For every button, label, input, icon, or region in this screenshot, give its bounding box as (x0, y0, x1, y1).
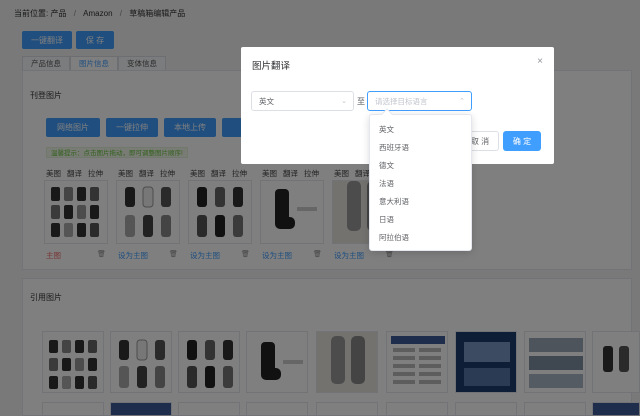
language-option[interactable]: 德文 (379, 160, 394, 171)
source-language-value: 英文 (259, 96, 274, 106)
confirm-button[interactable]: 确 定 (503, 131, 541, 151)
language-option[interactable]: 阿拉伯语 (379, 232, 409, 243)
to-label: 至 (357, 97, 365, 106)
target-language-placeholder: 请选择目标语言 (375, 96, 428, 106)
dialog-title: 图片翻译 (252, 61, 291, 72)
language-option[interactable]: 法语 (379, 178, 394, 189)
chevron-up-icon: ⌃ (459, 98, 465, 105)
chevron-down-icon: ⌄ (341, 98, 347, 105)
language-option[interactable]: 意大利语 (379, 196, 409, 207)
language-option[interactable]: 日语 (379, 214, 394, 225)
language-option[interactable]: 西班牙语 (379, 142, 409, 153)
target-language-select[interactable]: 请选择目标语言 ⌃ (367, 91, 472, 111)
close-icon[interactable]: × (537, 56, 543, 67)
language-option[interactable]: 英文 (379, 124, 394, 135)
source-language-select[interactable]: 英文 ⌄ (251, 91, 354, 111)
target-language-dropdown: 英文 西班牙语 德文 法语 意大利语 日语 阿拉伯语 (369, 114, 472, 251)
